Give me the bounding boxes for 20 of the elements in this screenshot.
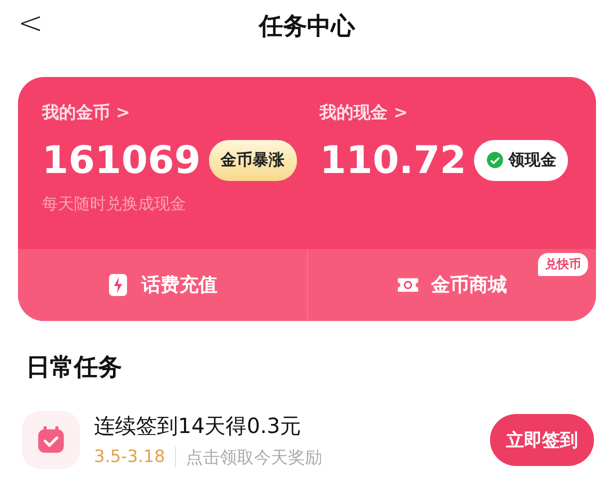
shortcut-button[interactable]: 金币商城 兑快币 xyxy=(306,249,596,321)
cash-link[interactable]: 我的现金 > xyxy=(320,101,408,124)
exchange-hint: 每天随时兑换成现金 xyxy=(42,194,186,215)
lightning-icon xyxy=(107,273,130,297)
calendar-icon xyxy=(22,411,80,469)
date-range: 3.5-3.18 xyxy=(94,447,176,467)
task-title: 连续签到14天得0.3元 xyxy=(94,412,302,440)
check-icon xyxy=(486,151,504,169)
page-title: 任务中心 xyxy=(259,11,355,42)
promo-badge: 金币暴涨 xyxy=(208,140,297,180)
task-note: 点击领取今天奖励 xyxy=(185,446,322,468)
withdraw-button[interactable]: 领现金 xyxy=(474,140,568,180)
back-button[interactable]: < xyxy=(18,6,44,41)
tag-badge: 兑快币 xyxy=(538,253,588,276)
cash-balance: 110.72 xyxy=(320,138,466,182)
sign-in-button[interactable]: 立即签到 xyxy=(490,414,594,466)
coin-balance: 161069 xyxy=(42,138,201,182)
section-title: 日常任务 xyxy=(26,352,123,383)
coins-link[interactable]: 我的金币 > xyxy=(42,101,130,124)
shortcut-button[interactable]: 话费充值 xyxy=(18,249,306,321)
